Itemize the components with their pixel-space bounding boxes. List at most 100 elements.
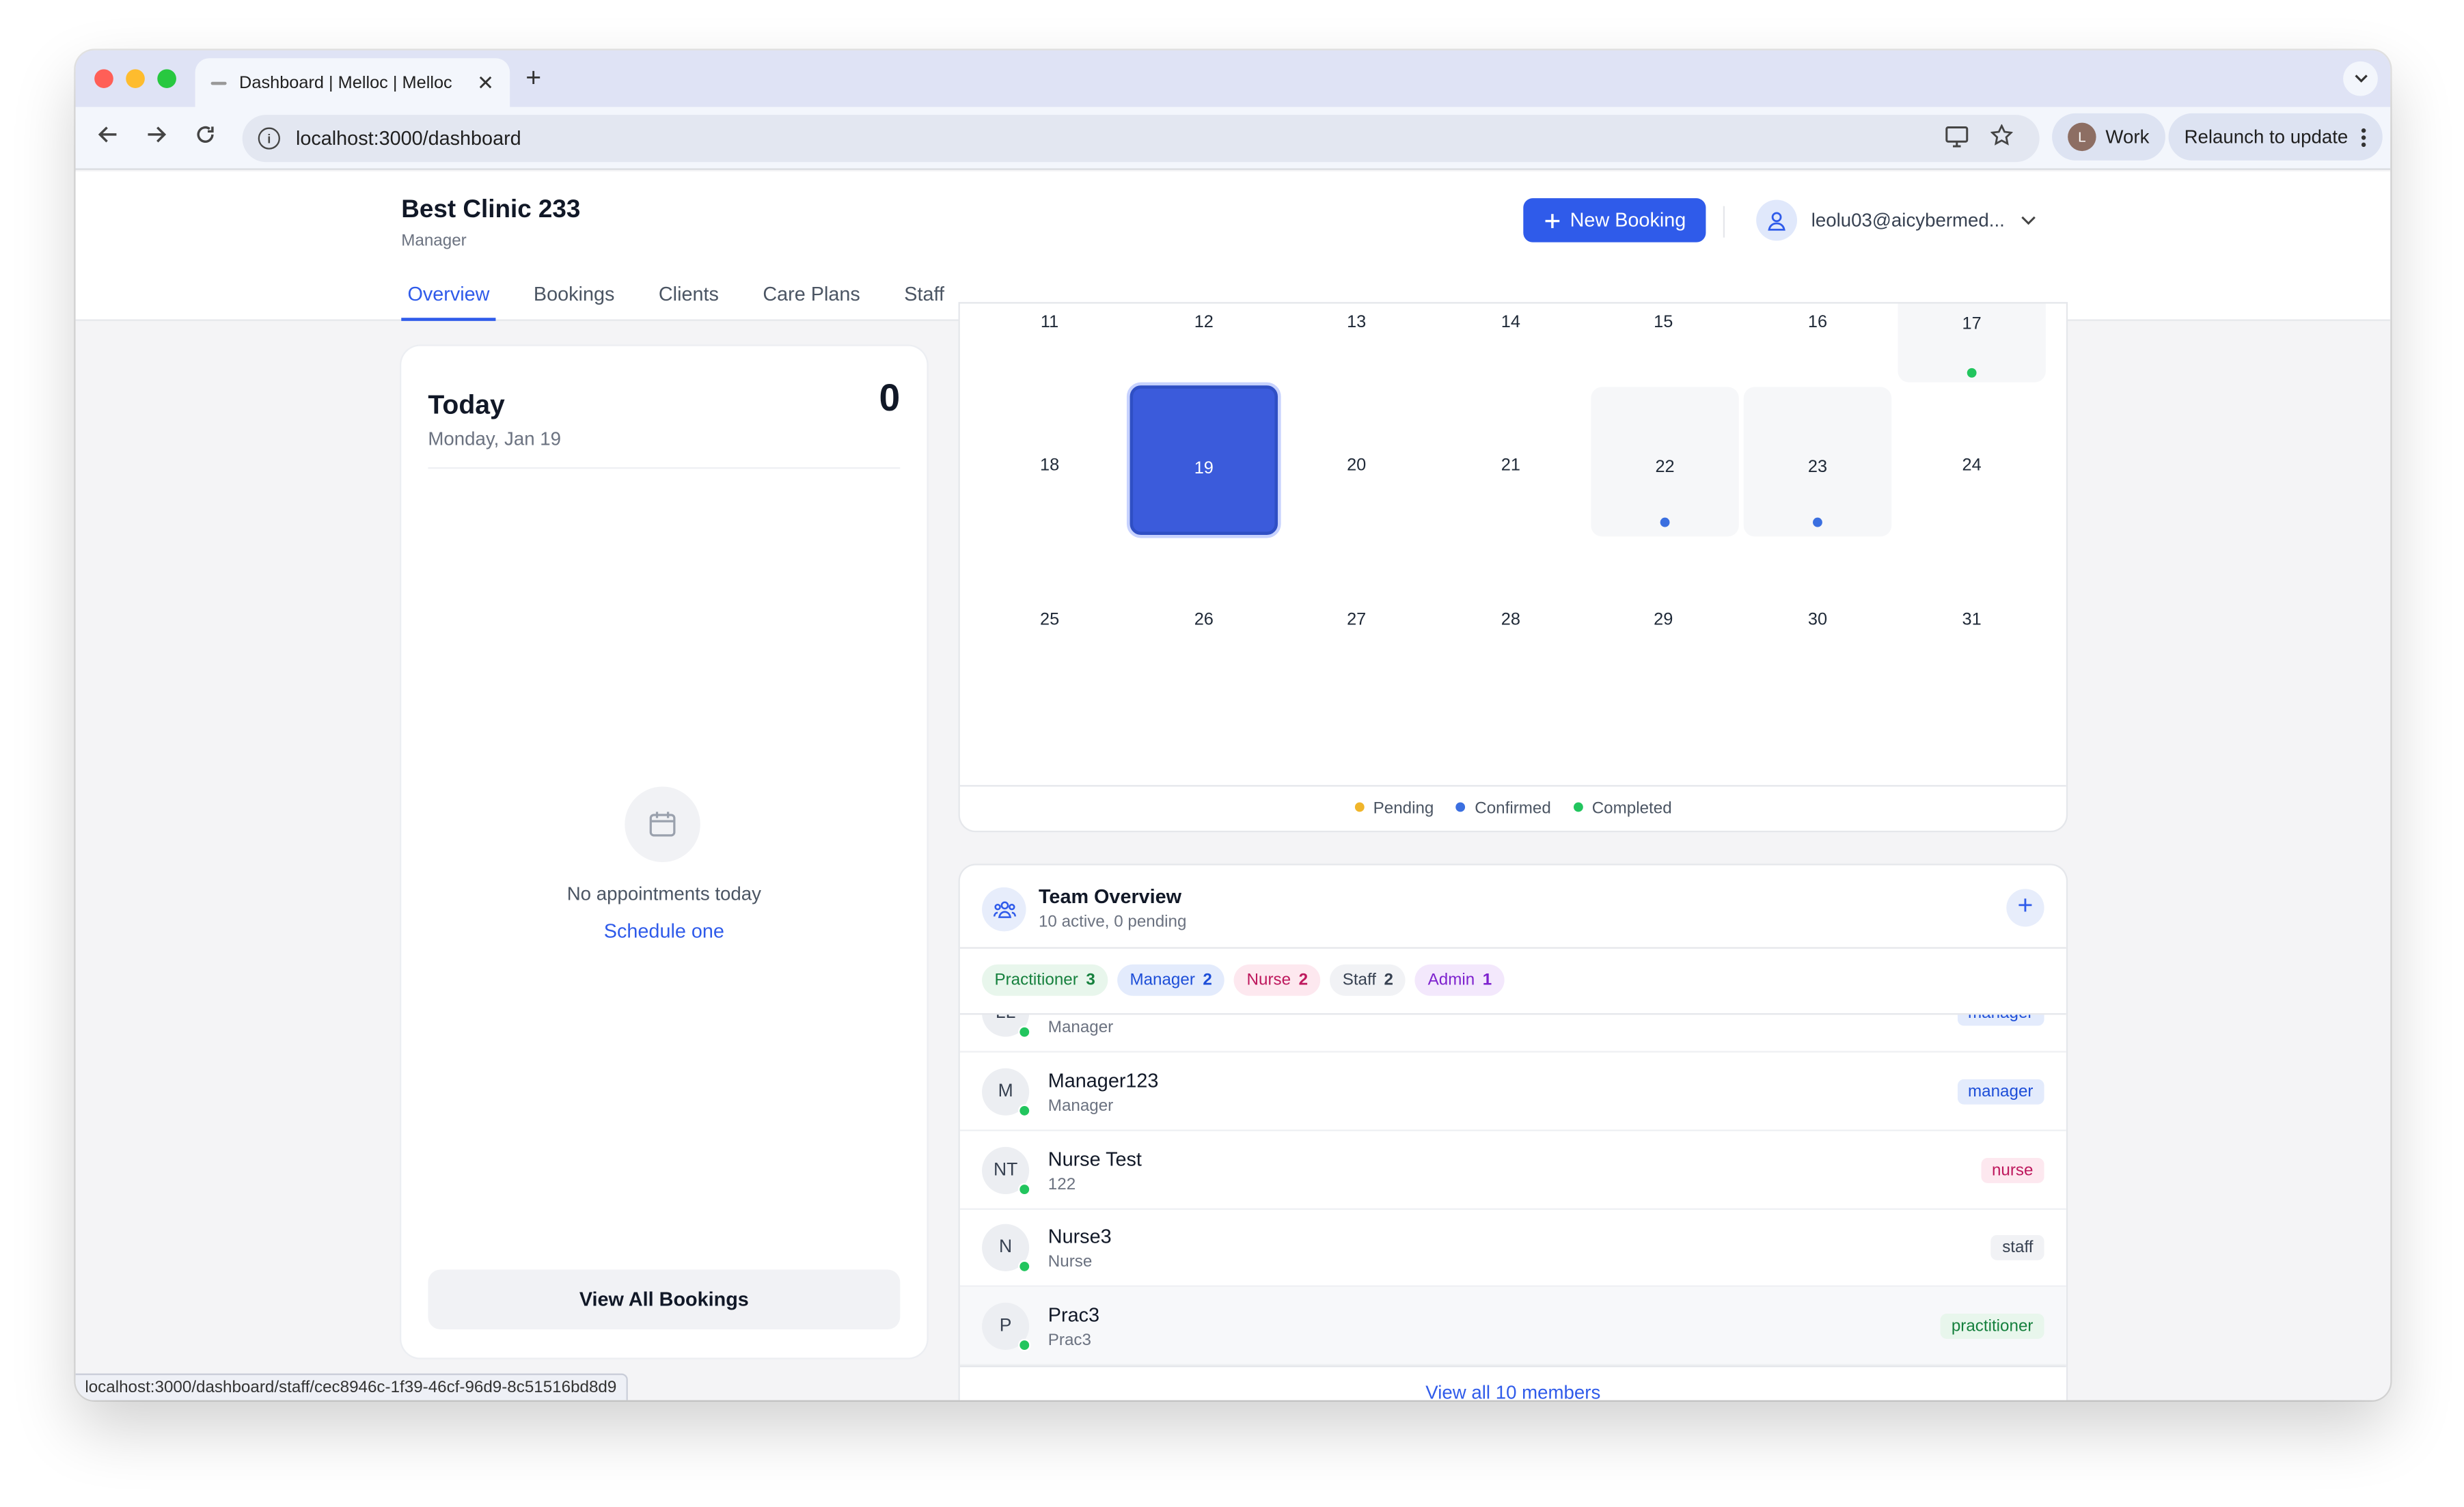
new-booking-button[interactable]: New Booking xyxy=(1523,198,1706,243)
divider xyxy=(959,947,2066,949)
calendar-day-number: 22 xyxy=(1655,458,1675,477)
address-bar[interactable]: i localhost:3000/dashboard xyxy=(242,115,2040,163)
team-member-row[interactable]: NT Nurse Test 122 nurse xyxy=(959,1131,2066,1211)
profile-button[interactable]: L Work xyxy=(2052,113,2165,161)
calendar-day[interactable]: 25 xyxy=(976,540,1123,689)
legend-completed: Completed xyxy=(1573,799,1672,818)
chip-label: Nurse xyxy=(1246,970,1291,990)
team-icon xyxy=(982,887,1026,932)
bookmark-star-icon[interactable] xyxy=(1990,124,2014,151)
team-member-list: LL Manager manager M Manager123 Manager … xyxy=(959,1014,2066,1366)
team-member-row[interactable]: N Nurse3 Nurse staff xyxy=(959,1208,2066,1287)
chevron-down-icon xyxy=(2021,211,2036,230)
calendar-day[interactable]: 30 xyxy=(1744,540,1891,689)
member-initials: M xyxy=(998,1082,1013,1102)
calendar-day[interactable]: 31 xyxy=(1898,540,2045,689)
member-initials: NT xyxy=(993,1161,1018,1180)
tab-care-plans[interactable]: Care Plans xyxy=(756,275,866,321)
back-button[interactable] xyxy=(92,123,123,154)
member-subtitle: Manager xyxy=(1048,1096,1114,1116)
chip-nurse[interactable]: Nurse 2 xyxy=(1234,964,1321,996)
schedule-one-link[interactable]: Schedule one xyxy=(401,920,927,942)
site-info-icon[interactable]: i xyxy=(258,127,280,150)
chevron-down-icon xyxy=(2354,74,2367,83)
tab-title: Dashboard | Melloc | Melloc xyxy=(239,73,452,92)
calendar-day[interactable]: 22 xyxy=(1591,387,1739,537)
close-window-button[interactable] xyxy=(94,69,113,88)
chip-label: Staff xyxy=(1342,970,1377,990)
calendar-day[interactable]: 26 xyxy=(1130,540,1278,689)
url-text: localhost:3000/dashboard xyxy=(295,127,521,150)
new-booking-label: New Booking xyxy=(1570,209,1686,232)
member-avatar: N xyxy=(982,1223,1031,1273)
chip-admin[interactable]: Admin 1 xyxy=(1415,964,1505,996)
chip-practitioner[interactable]: Practitioner 3 xyxy=(982,964,1108,996)
app-header: Best Clinic 233 Manager New Booking leol… xyxy=(75,171,2391,321)
tab-close-icon[interactable]: ✕ xyxy=(477,70,494,95)
member-subtitle: Prac3 xyxy=(1048,1331,1091,1350)
online-indicator xyxy=(1018,1104,1031,1118)
browser-window: Dashboard | Melloc | Melloc ✕ + i localh… xyxy=(75,50,2391,1400)
browser-toolbar: i localhost:3000/dashboard L Work Relaun… xyxy=(75,107,2391,170)
chip-count: 3 xyxy=(1086,970,1095,990)
calendar-day[interactable]: 23 xyxy=(1743,387,1892,537)
calendar-day[interactable]: 27 xyxy=(1283,540,1430,689)
calendar-day[interactable]: 20 xyxy=(1283,385,1430,535)
user-email: leolu03@aicybermed... xyxy=(1811,209,2005,232)
forward-button[interactable] xyxy=(140,123,172,154)
calendar-day[interactable]: 17 xyxy=(1898,303,2046,383)
member-avatar: LL xyxy=(982,1014,1031,1038)
member-subtitle: Nurse xyxy=(1048,1252,1093,1271)
header-divider xyxy=(1723,206,1725,238)
status-bar-url: localhost:3000/dashboard/staff/cec8946c-… xyxy=(75,1373,628,1400)
calendar-icon xyxy=(625,786,700,863)
user-menu[interactable]: leolu03@aicybermed... xyxy=(1756,198,2036,242)
tab-clients[interactable]: Clients xyxy=(653,275,725,321)
team-member-row[interactable]: LL Manager manager xyxy=(959,1014,2066,1053)
tab-bookings[interactable]: Bookings xyxy=(528,275,621,321)
user-icon xyxy=(1768,211,1785,230)
tab-search-button[interactable] xyxy=(2343,61,2378,96)
calendar-day[interactable]: 29 xyxy=(1589,540,1737,689)
calendar-day-selected[interactable]: 19 xyxy=(1130,385,1278,536)
calendar-day-number: 17 xyxy=(1962,314,1982,334)
chip-count: 2 xyxy=(1298,970,1309,990)
tab-staff[interactable]: Staff xyxy=(898,275,950,321)
calendar-day[interactable]: 21 xyxy=(1437,385,1585,535)
minimize-window-button[interactable] xyxy=(126,69,145,88)
profile-label: Work xyxy=(2105,126,2150,148)
calendar-day[interactable]: 18 xyxy=(976,385,1123,535)
install-app-icon[interactable] xyxy=(1945,126,1969,152)
chip-manager[interactable]: Manager 2 xyxy=(1117,964,1225,996)
browser-tab[interactable]: Dashboard | Melloc | Melloc ✕ xyxy=(195,58,510,107)
member-name: Prac3 xyxy=(1048,1304,1100,1327)
user-role: Manager xyxy=(401,231,467,251)
calendar-day[interactable]: 24 xyxy=(1898,385,2045,535)
team-overview-card: Team Overview 10 active, 0 pending + Pra… xyxy=(959,865,2066,1400)
view-all-bookings-button[interactable]: View All Bookings xyxy=(428,1269,901,1330)
new-tab-button[interactable]: + xyxy=(525,63,541,94)
member-initials: N xyxy=(999,1238,1013,1258)
add-member-button[interactable]: + xyxy=(2006,889,2044,927)
chip-count: 1 xyxy=(1482,970,1492,990)
calendar-day[interactable]: 28 xyxy=(1437,540,1585,689)
reload-button[interactable] xyxy=(189,123,220,154)
team-member-row[interactable]: P Prac3 Prac3 practitioner xyxy=(959,1286,2066,1366)
chip-count: 2 xyxy=(1384,970,1393,990)
confirmed-dot xyxy=(1813,517,1822,527)
legend-confirmed: Confirmed xyxy=(1455,799,1551,818)
member-name: Nurse3 xyxy=(1048,1226,1112,1248)
legend-completed-label: Completed xyxy=(1591,799,1672,818)
team-member-row[interactable]: M Manager123 Manager manager xyxy=(959,1053,2066,1131)
view-all-members-link[interactable]: View all 10 members xyxy=(959,1366,2066,1400)
clinic-name: Best Clinic 233 xyxy=(401,196,581,224)
role-badge: manager xyxy=(1956,1079,2044,1105)
chip-count: 2 xyxy=(1203,970,1212,990)
arrow-left-icon xyxy=(97,126,116,143)
role-filter-chips: Practitioner 3 Manager 2 Nurse 2 Staff 2 Adm… xyxy=(982,964,1505,996)
chip-staff[interactable]: Staff 2 xyxy=(1330,964,1406,996)
relaunch-button[interactable]: Relaunch to update xyxy=(2168,113,2383,161)
tab-overview[interactable]: Overview xyxy=(401,275,496,321)
today-appointment-count: 0 xyxy=(879,377,901,420)
maximize-window-button[interactable] xyxy=(157,69,176,88)
